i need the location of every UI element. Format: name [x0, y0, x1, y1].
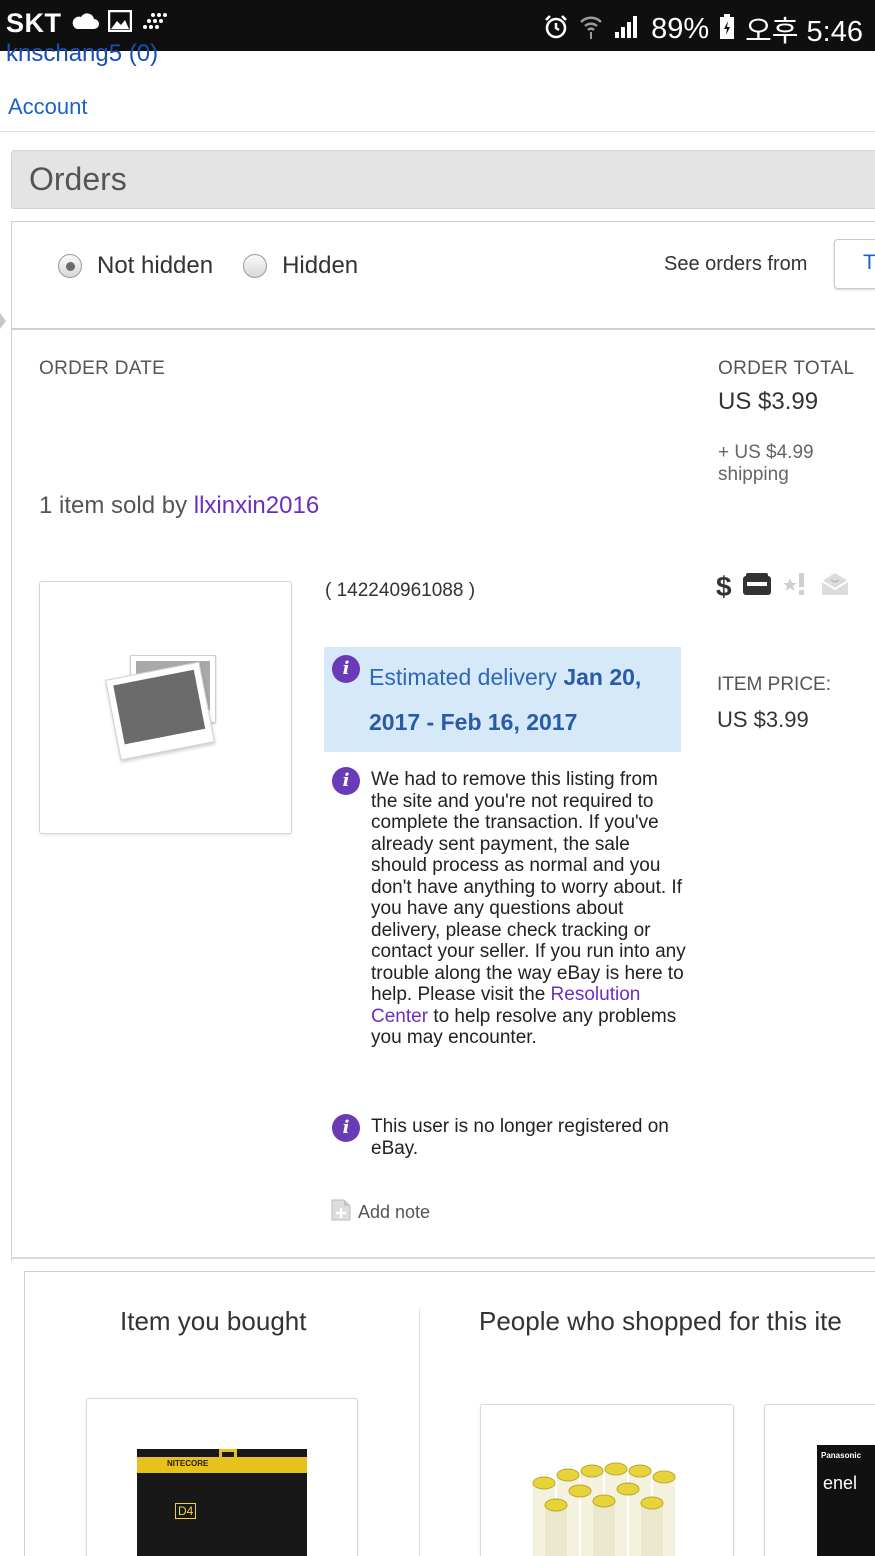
radio-hidden-label[interactable]: Hidden	[282, 252, 358, 280]
message-envelope-icon	[820, 571, 850, 602]
sold-by: 1 item sold by llxinxin2016	[39, 492, 319, 520]
orders-header: Orders	[11, 150, 875, 209]
account-link[interactable]: Account	[8, 94, 88, 120]
divider	[0, 131, 875, 132]
charger-brand: NITECORE	[167, 1459, 209, 1468]
order-status-icons: $	[716, 570, 850, 603]
feedback-star-icon	[782, 570, 810, 603]
estimated-delivery-label: Estimated delivery	[369, 664, 557, 690]
item-image-placeholder[interactable]	[39, 581, 292, 834]
item-price-label: ITEM PRICE:	[717, 674, 832, 695]
seller-link[interactable]: llxinxin2016	[194, 492, 319, 519]
shipped-box-icon	[742, 572, 772, 601]
see-orders-from-select[interactable]: T	[834, 239, 875, 289]
carrier-label: SKT	[6, 8, 62, 38]
gallery-icon	[107, 9, 132, 37]
info-icon: i	[332, 767, 360, 795]
battery-icon	[719, 13, 735, 45]
charger-product-image: NITECORE D4	[137, 1449, 307, 1556]
radio-not-hidden[interactable]	[58, 254, 82, 278]
eneloop-name: enel	[823, 1473, 858, 1493]
add-note-label[interactable]: Add note	[358, 1202, 430, 1223]
unregistered-notice: This user is no longer registered on eBa…	[371, 1116, 669, 1159]
cloud-icon	[71, 11, 99, 36]
clock: 오후 5:46	[745, 16, 863, 48]
item-number: ( 142240961088 )	[325, 580, 476, 601]
eneloop-product-image: Panasonic enel	[817, 1445, 875, 1556]
estimated-delivery-text: Estimated delivery Jan 20, 2017 - Feb 16…	[369, 655, 669, 745]
order-total-value: US $3.99	[718, 388, 819, 415]
charger-band	[137, 1457, 307, 1473]
info-icon: i	[332, 655, 360, 683]
shipping-cost: + US $4.99 shipping	[718, 442, 814, 485]
panel-divider	[11, 328, 875, 330]
page-title: Orders	[29, 161, 127, 197]
user-link[interactable]: knschang5 (0)	[6, 40, 158, 68]
recommendations-divider	[419, 1309, 420, 1556]
estimated-delivery-box: i Estimated delivery Jan 20, 2017 - Feb …	[324, 647, 681, 752]
wifi-icon	[579, 14, 603, 45]
signal-icon	[613, 14, 641, 45]
eneloop-brand: Panasonic	[821, 1451, 862, 1460]
dots-icon	[141, 11, 167, 36]
visibility-filter: Not hidden Hidden	[58, 252, 358, 280]
alarm-icon	[543, 14, 569, 45]
status-left: SKT	[6, 8, 167, 39]
see-orders-from-value: T	[863, 251, 875, 274]
paid-dollar-icon: $	[716, 570, 732, 602]
photo-placeholder-front	[105, 661, 215, 761]
sold-by-prefix: 1 item sold by	[39, 492, 188, 519]
recommended-item-card[interactable]	[480, 1404, 734, 1556]
recommended-item-card[interactable]: Panasonic enel	[764, 1404, 875, 1556]
add-note-button[interactable]: Add note	[330, 1198, 430, 1227]
listing-removed-notice: We had to remove this listing from the s…	[371, 769, 689, 1049]
bought-item-card[interactable]: NITECORE D4	[86, 1398, 358, 1556]
item-you-bought-title: Item you bought	[120, 1306, 307, 1336]
order-date-label: ORDER DATE	[39, 358, 166, 379]
item-price-value: US $3.99	[717, 707, 809, 732]
info-icon: i	[332, 1114, 360, 1142]
add-note-icon	[330, 1198, 352, 1227]
notice-text-1: We had to remove this listing from the s…	[371, 769, 686, 1005]
radio-not-hidden-label[interactable]: Not hidden	[97, 252, 213, 280]
order-total-label: ORDER TOTAL	[718, 358, 855, 379]
radio-hidden[interactable]	[243, 254, 268, 278]
battery-percent: 89%	[651, 12, 710, 45]
see-orders-from-label: See orders from	[664, 253, 808, 275]
panel-bottom-border	[11, 1257, 875, 1259]
status-right: 89% 오후 5:46	[543, 8, 863, 50]
people-also-shopped-title: People who shopped for this ite	[479, 1306, 842, 1336]
batteries-product-image	[532, 1462, 676, 1556]
collapse-arrow-icon[interactable]	[0, 313, 6, 329]
charger-model: D4	[175, 1503, 197, 1519]
